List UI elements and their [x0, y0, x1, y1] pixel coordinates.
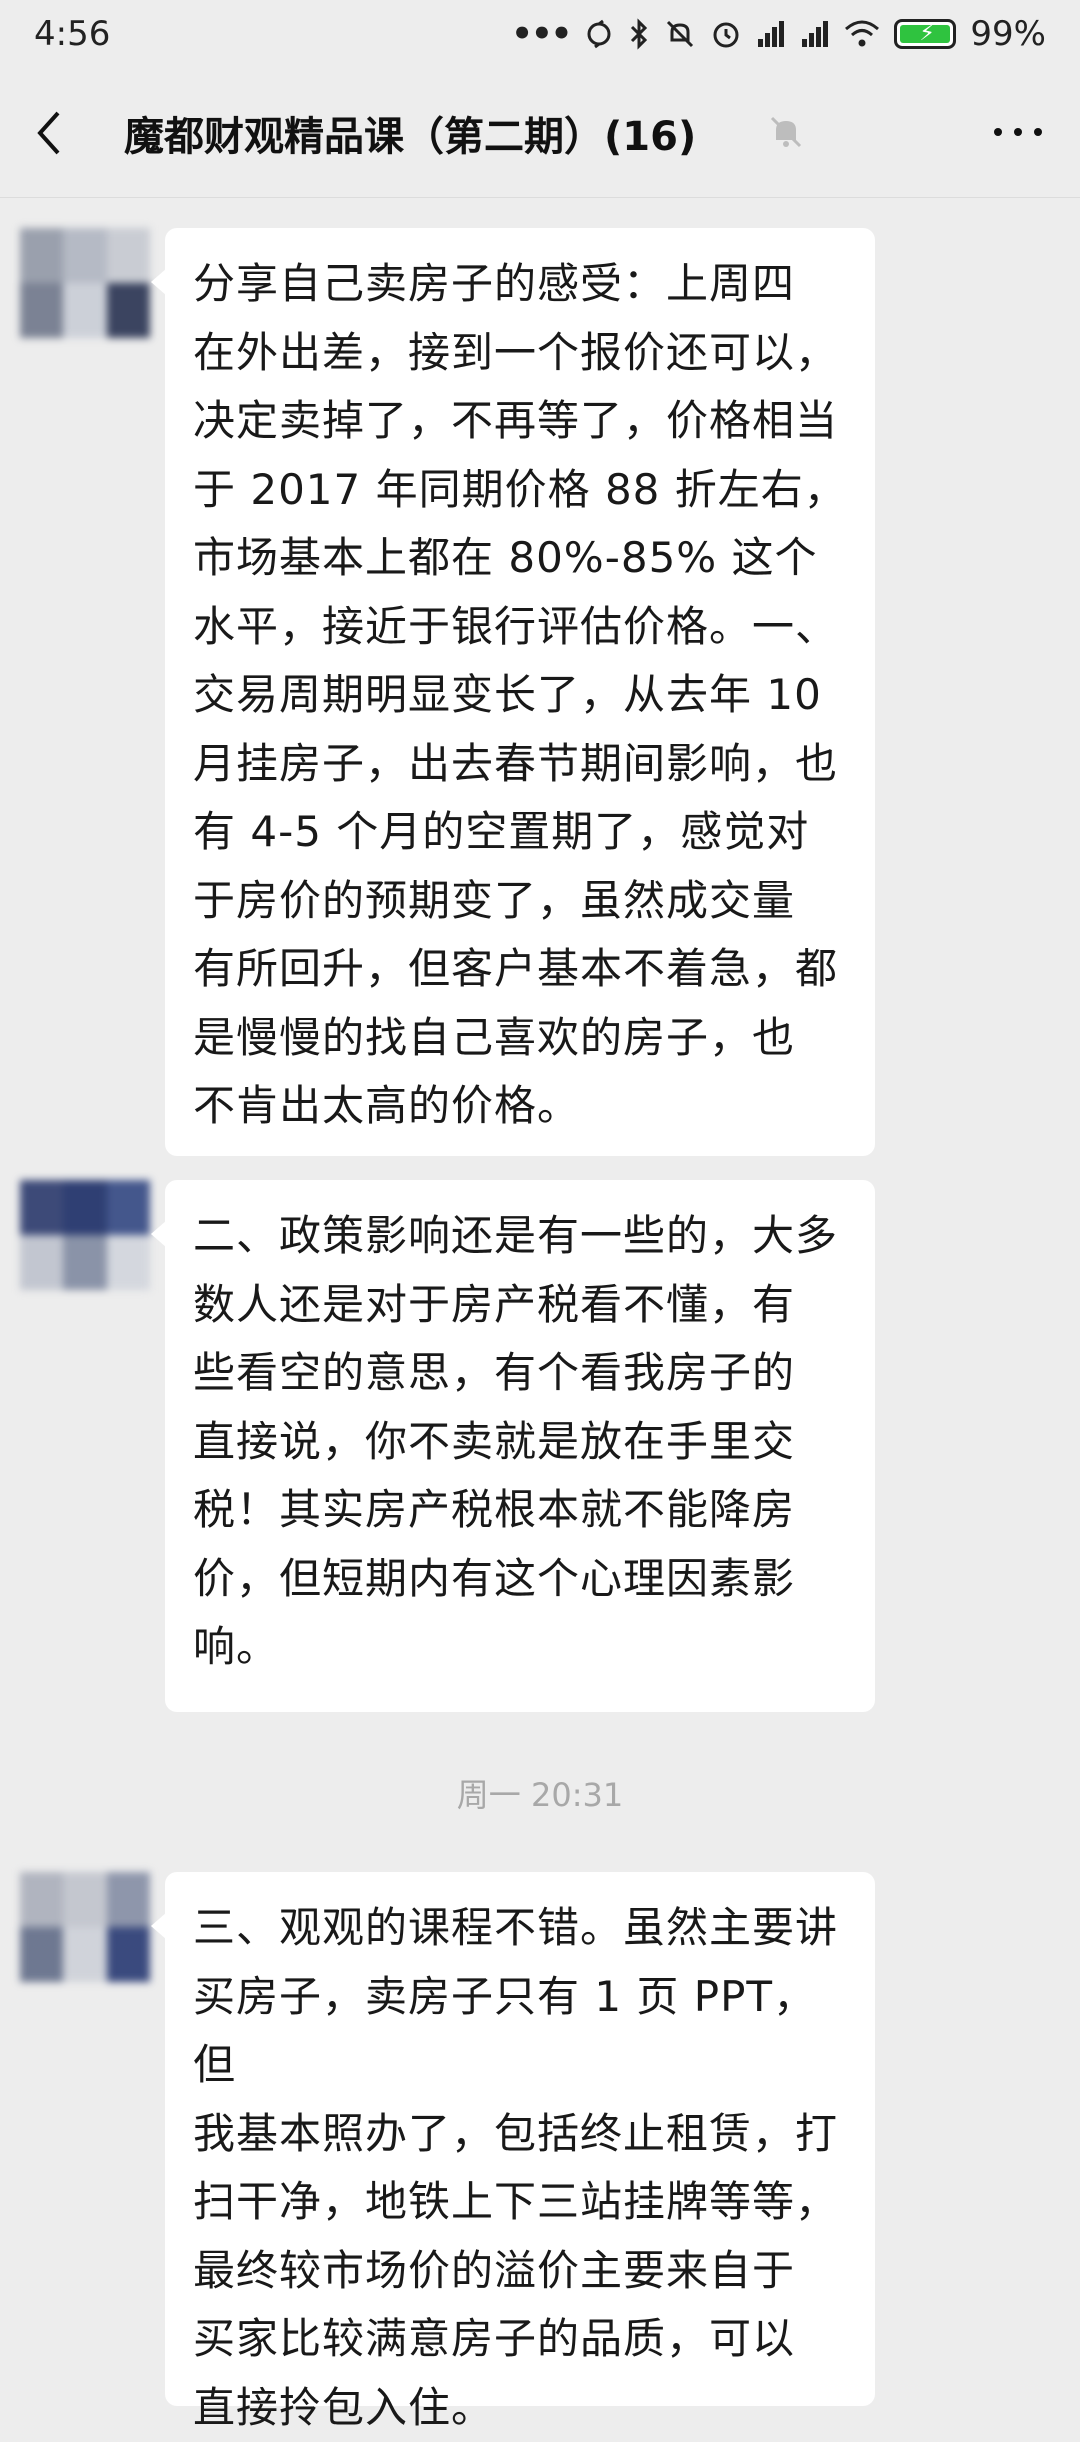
chevron-left-icon[interactable] — [34, 103, 84, 163]
message-bubble[interactable]: 二、政策影响还是有一些的，大多 数人还是对于房产税看不懂，有 些看空的意思，有个… — [165, 1180, 875, 1712]
message-line: 价，但短期内有这个心理因素影 — [193, 1545, 847, 1614]
message-line: 不肯出太高的价格。 — [193, 1072, 847, 1141]
message-line: 分享自己卖房子的感受：上周四 — [193, 250, 847, 319]
message-line: 在外出差，接到一个报价还可以， — [193, 319, 847, 388]
wifi-icon — [844, 19, 880, 49]
message-line: 二、政策影响还是有一些的，大多 — [193, 1202, 847, 1271]
chat-title: 魔都财观精品课（第二期）(16) — [124, 104, 1046, 162]
message-line: 于 2017 年同期价格 88 折左右， — [193, 456, 847, 525]
signal-icon — [756, 19, 786, 49]
message-line: 月挂房子，出去春节期间影响，也 — [193, 730, 847, 799]
battery-charging-icon: ⚡ — [894, 19, 956, 49]
message-line: 决定卖掉了，不再等了，价格相当 — [193, 387, 847, 456]
time-divider: 周一 20:31 — [0, 1770, 1080, 1816]
message-line: 水平，接近于银行评估价格。一、 — [193, 593, 847, 662]
message-line: 于房价的预期变了，虽然成交量 — [193, 867, 847, 936]
message-bubble[interactable]: 三、观观的课程不错。虽然主要讲 买房子，卖房子只有 1 页 PPT，但 我基本照… — [165, 1872, 875, 2406]
sync-icon — [584, 19, 614, 49]
message-line: 直接拎包入住。 — [193, 2374, 847, 2442]
message-line: 三、观观的课程不错。虽然主要讲 — [193, 1894, 847, 1963]
message-bubble[interactable]: 分享自己卖房子的感受：上周四 在外出差，接到一个报价还可以， 决定卖掉了，不再等… — [165, 228, 875, 1156]
avatar[interactable] — [20, 1180, 150, 1290]
message-line: 是慢慢的找自己喜欢的房子，也 — [193, 1004, 847, 1073]
message-line: 交易周期明显变长了，从去年 10 — [193, 661, 847, 730]
message-line: 税！其实房产税根本就不能降房 — [193, 1476, 847, 1545]
more-horizontal-icon[interactable] — [986, 112, 1046, 152]
status-bar: 4:56 ••• ⚡ 99% — [0, 0, 1080, 68]
message-line: 扫干净，地铁上下三站挂牌等等， — [193, 2168, 847, 2237]
message-line: 些看空的意思，有个看我房子的 — [193, 1339, 847, 1408]
status-time: 4:56 — [34, 14, 110, 54]
silent-icon — [664, 18, 696, 50]
bluetooth-icon — [628, 18, 650, 50]
message-line: 买家比较满意房子的品质，可以 — [193, 2305, 847, 2374]
message-line: 最终较市场价的溢价主要来自于 — [193, 2237, 847, 2306]
status-icons: ••• ⚡ 99% — [511, 14, 1046, 54]
battery-percent: 99% — [970, 14, 1046, 54]
message-line: 数人还是对于房产税看不懂，有 — [193, 1271, 847, 1340]
chat-header: 魔都财观精品课（第二期）(16) — [0, 68, 1080, 198]
message-line: 买房子，卖房子只有 1 页 PPT，但 — [193, 1963, 847, 2100]
avatar[interactable] — [20, 1872, 150, 1982]
message-line: 有所回升，但客户基本不着急，都 — [193, 935, 847, 1004]
muted-bell-icon — [766, 112, 806, 152]
avatar[interactable] — [20, 228, 150, 338]
alarm-icon — [710, 18, 742, 50]
message-line: 有 4-5 个月的空置期了，感觉对 — [193, 798, 847, 867]
message-line: 我基本照办了，包括终止租赁，打 — [193, 2100, 847, 2169]
message-line: 直接说，你不卖就是放在手里交 — [193, 1408, 847, 1477]
message-line: 市场基本上都在 80%-85% 这个 — [193, 524, 847, 593]
more-dots-icon: ••• — [511, 14, 570, 54]
signal-icon — [800, 19, 830, 49]
message-line: 响。 — [193, 1613, 847, 1682]
